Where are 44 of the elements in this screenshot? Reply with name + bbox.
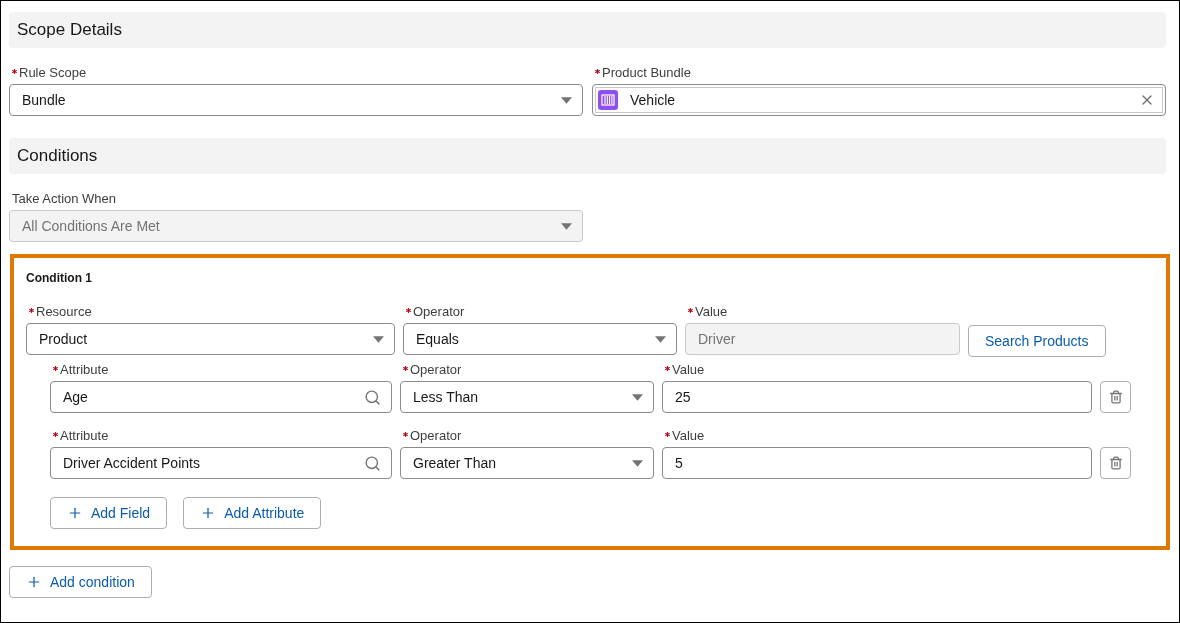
- search-icon: [364, 388, 381, 406]
- field-label: Value: [672, 428, 705, 444]
- field-label: Operator: [410, 428, 462, 444]
- select-field[interactable]: Less Than: [400, 381, 654, 413]
- input-field[interactable]: 5: [662, 447, 1092, 479]
- section-header: Conditions: [9, 138, 1166, 174]
- field-label: Value: [672, 362, 705, 378]
- lookup-field[interactable]: Vehicle: [592, 84, 1166, 116]
- select-field[interactable]: Bundle: [9, 84, 583, 116]
- search-products-button[interactable]: Search Products: [968, 325, 1106, 357]
- add-button[interactable]: Add Attribute: [183, 497, 322, 529]
- caret-down-icon: [561, 96, 572, 104]
- caret-down-icon: [632, 459, 643, 467]
- field-label: Product Bundle: [602, 65, 691, 81]
- search-icon: [364, 454, 381, 472]
- section-header: Scope Details: [9, 12, 1166, 48]
- field-label: Attribute: [60, 362, 109, 378]
- caret-down-icon: [632, 393, 643, 401]
- select-field[interactable]: Equals: [403, 323, 677, 355]
- search-field[interactable]: Driver Accident Points: [50, 447, 392, 479]
- trash-icon: [1108, 390, 1123, 404]
- striped-tile-icon: [598, 90, 618, 110]
- caret-down-icon: [373, 335, 384, 343]
- add-button[interactable]: Add condition: [9, 566, 152, 598]
- delete-button[interactable]: [1100, 381, 1131, 413]
- search-field[interactable]: Age: [50, 381, 392, 413]
- condition-title: Condition 1: [26, 271, 93, 285]
- field-label: Operator: [410, 362, 462, 378]
- caret-down-icon: [655, 335, 666, 343]
- field-label: Rule Scope: [19, 65, 87, 81]
- caret-down-icon: [561, 222, 572, 230]
- delete-button[interactable]: [1100, 447, 1131, 479]
- field-label: Take Action When: [12, 191, 117, 207]
- field-label: Operator: [413, 304, 465, 320]
- select-field[interactable]: Product: [26, 323, 395, 355]
- field-label: Value: [695, 304, 728, 320]
- trash-icon: [1108, 456, 1123, 470]
- input-field[interactable]: 25: [662, 381, 1092, 413]
- field-label: Attribute: [60, 428, 109, 444]
- add-button[interactable]: Add Field: [50, 497, 168, 529]
- plus-icon: [67, 505, 83, 521]
- select-field[interactable]: Greater Than: [400, 447, 654, 479]
- plus-icon: [26, 574, 42, 590]
- field-label: Resource: [36, 304, 92, 320]
